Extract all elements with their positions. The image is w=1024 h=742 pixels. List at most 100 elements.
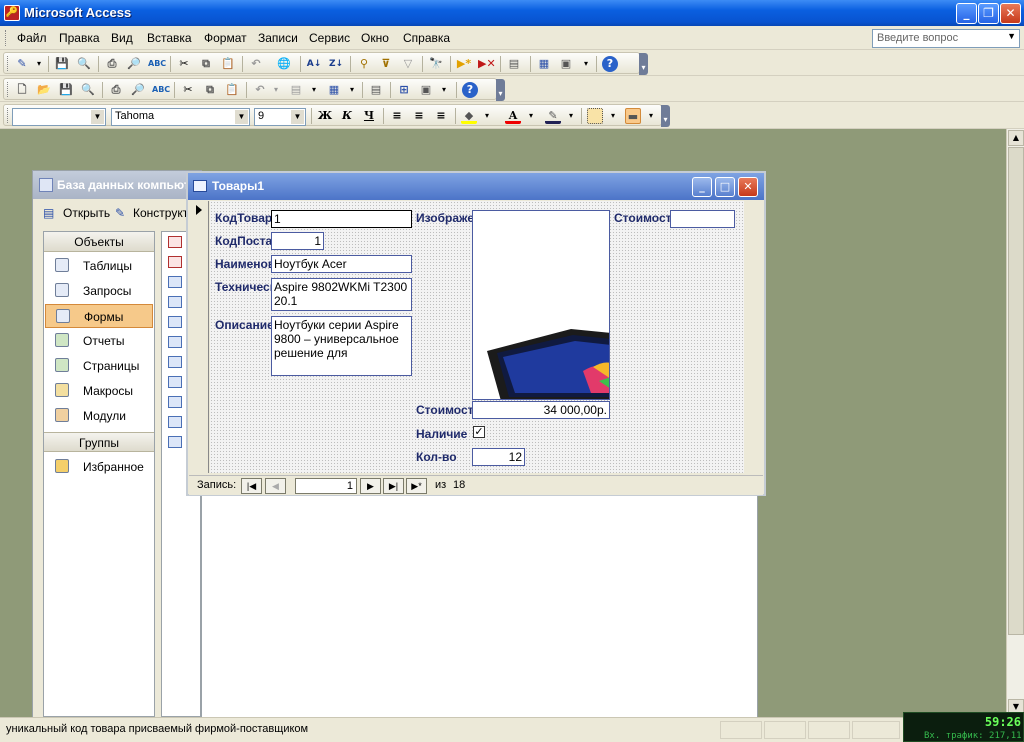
copy-icon[interactable]: ⧉ [198,56,214,72]
align-center-icon[interactable]: ≡ [411,108,427,124]
print-preview-icon[interactable]: 🔎 [130,82,146,98]
filter-by-selection-icon[interactable]: ⚲ [356,56,372,72]
database-window-icon[interactable]: ▦ [536,56,552,72]
object-forms[interactable]: Формы [45,304,153,328]
spellcheck-icon[interactable]: ABC [152,82,170,98]
object-pages[interactable]: Страницы [45,354,153,378]
print-preview-icon[interactable]: 🔎 [126,56,142,72]
chevron-down-icon[interactable]: ▼ [91,110,104,124]
help-icon[interactable]: ? [602,56,618,72]
new-record-button[interactable]: ▶* [406,478,427,494]
chevron-down-icon[interactable]: ▾ [605,108,621,124]
paste-icon[interactable]: 📋 [220,56,236,72]
new-object-icon[interactable]: ▣ [418,82,434,98]
relationships-icon[interactable]: ⊞ [396,82,412,98]
toolbar-options-icon[interactable]: ▾ [496,79,505,101]
sort-ascending-icon[interactable]: A↓ [306,56,322,72]
toolbar-options-icon[interactable]: ▾ [639,53,648,75]
menu-window[interactable]: Окно [361,31,389,45]
chevron-down-icon[interactable]: ▾ [643,108,659,124]
chevron-down-icon[interactable]: ▾ [306,82,322,98]
align-left-icon[interactable]: ≡ [389,108,405,124]
object-queries[interactable]: Запросы [45,279,153,303]
fill-color-icon[interactable]: ◆ [461,108,477,124]
field-opisanie[interactable]: Ноутбуки серии Aspire 9800 – универсальн… [271,316,412,376]
scrollbar-thumb[interactable] [1008,147,1024,635]
toolbar-grip[interactable] [7,56,10,71]
special-effect-icon[interactable]: ▬ [625,108,641,124]
object-combo[interactable]: ▼ [12,108,106,126]
office-links-icon[interactable]: ▤ [288,82,304,98]
form-item-icon[interactable] [168,436,182,448]
chevron-down-icon[interactable]: ▼ [291,110,304,124]
undo-icon[interactable]: ↶ [248,56,264,72]
menu-file[interactable]: Файл [17,31,47,45]
field-stoimost-top[interactable] [670,210,735,228]
analyze-icon[interactable]: ▦ [326,82,342,98]
menu-tools[interactable]: Сервис [309,31,350,45]
form-title-bar[interactable]: Товары1 _ □ ✕ [188,173,764,200]
form-item-icon[interactable] [168,396,182,408]
open-folder-icon[interactable]: 📂 [36,82,52,98]
record-selector[interactable] [189,201,209,473]
properties-icon[interactable]: ▤ [506,56,522,72]
field-kod-post[interactable]: 1 [271,232,324,250]
database-window-title-bar[interactable]: База данных компьютерной фирмы [33,171,273,199]
open-button[interactable]: Открыть [63,206,110,220]
find-icon[interactable]: 🔭 [428,56,444,72]
apply-filter-icon[interactable]: ▽ [400,56,416,72]
create-form-design-icon[interactable] [168,236,182,248]
copy-icon[interactable]: ⧉ [202,82,218,98]
save-icon[interactable]: 💾 [58,82,74,98]
first-record-button[interactable]: |◀ [241,478,262,494]
font-color-icon[interactable]: A [505,108,521,124]
field-stoimost[interactable]: 34 000,00р. [472,401,610,419]
current-record-input[interactable]: 1 [295,478,357,494]
spellcheck-icon[interactable]: ABC [148,56,166,72]
search-file-icon[interactable]: 🔍 [76,56,92,72]
field-naimenovanie[interactable]: Ноутбук Acer [271,255,412,273]
form-item-icon[interactable] [168,376,182,388]
chevron-down-icon[interactable]: ▾ [344,82,360,98]
object-tables[interactable]: Таблицы [45,254,153,278]
form-item-icon[interactable] [168,276,182,288]
form-minimize-button[interactable]: _ [692,177,712,197]
italic-button[interactable]: К [339,108,355,124]
next-record-button[interactable]: ▶ [360,478,381,494]
chevron-down-icon[interactable]: ▾ [31,56,47,72]
sort-descending-icon[interactable]: Z↓ [328,56,344,72]
chevron-down-icon[interactable]: ▼ [1007,31,1016,41]
last-record-button[interactable]: ▶| [383,478,404,494]
field-kod-tovara[interactable]: 1 [271,210,412,228]
toolbar-options-icon[interactable]: ▾ [661,105,670,127]
form-item-icon[interactable] [168,416,182,428]
form-close-button[interactable]: ✕ [738,177,758,197]
cut-icon[interactable]: ✂ [180,82,196,98]
group-favorites[interactable]: Избранное [45,455,153,479]
menu-help[interactable]: Справка [403,31,450,45]
line-width-icon[interactable] [587,108,603,124]
restore-button[interactable]: ❐ [978,3,999,24]
new-object-icon[interactable]: ▣ [558,56,574,72]
objects-header[interactable]: Объекты [44,232,154,252]
minimize-button[interactable]: _ [956,3,977,24]
new-file-icon[interactable]: 🗋 [14,82,30,98]
align-right-icon[interactable]: ≡ [433,108,449,124]
chevron-down-icon[interactable]: ▾ [563,108,579,124]
groups-header[interactable]: Группы [44,432,154,452]
print-icon[interactable]: ⎙ [108,82,124,98]
chevron-down-icon[interactable]: ▼ [235,110,248,124]
underline-button[interactable]: Ч [361,108,377,124]
toolbar-grip[interactable] [7,82,10,97]
undo-icon[interactable]: ↶ [252,82,268,98]
menu-records[interactable]: Записи [258,31,298,45]
toolbar-grip[interactable] [7,108,10,123]
new-record-icon[interactable]: ▶* [456,56,472,72]
open-icon[interactable]: ▤ [43,206,54,220]
hyperlink-icon[interactable]: 🌐 [276,56,292,72]
form-item-icon[interactable] [168,336,182,348]
ask-question-box[interactable]: Введите вопрос ▼ [872,29,1020,48]
properties-icon[interactable]: ▤ [368,82,384,98]
close-button[interactable]: ✕ [1000,3,1021,24]
print-icon[interactable]: ⎙ [104,56,120,72]
